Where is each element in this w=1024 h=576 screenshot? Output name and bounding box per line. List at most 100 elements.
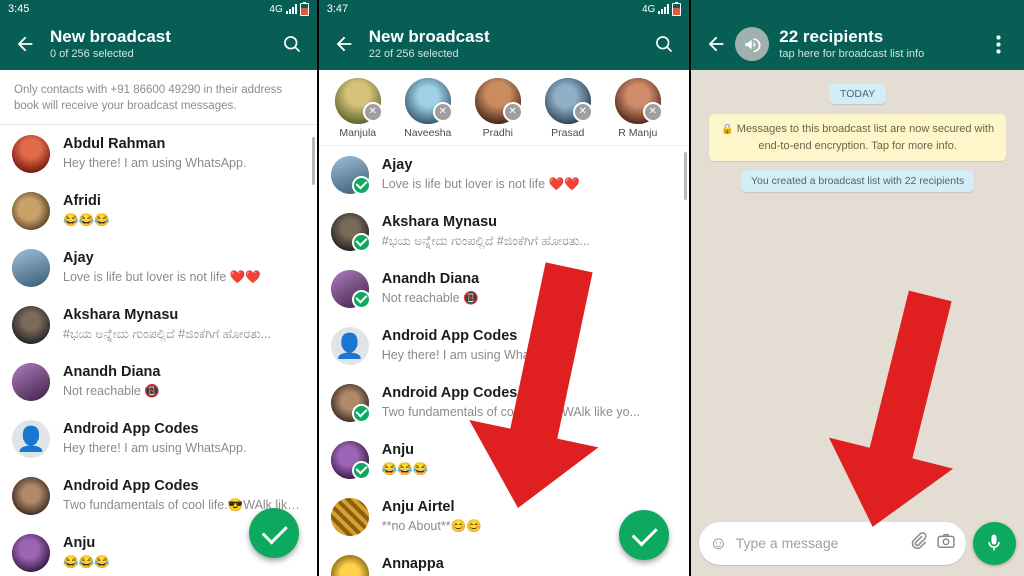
confirm-broadcast-fab[interactable] [619, 510, 670, 560]
list-item[interactable]: Akshara Mynasu #ಭಯ ಅನ್ನೆೇದು ಗುಂಪಲ್ಲಿದೆ #… [0, 296, 317, 353]
list-item[interactable]: Anandh Diana Not reachable 📵 [319, 260, 690, 317]
contact-status: #ಭಯ ಅನ್ನೆೇದು ಗುಂಪಲ್ಲಿದೆ #ಜಿಂಕೆಗಿಗೆ ಹೋರತು… [63, 327, 272, 341]
avatar-wrap [330, 440, 371, 480]
list-item[interactable]: 👤 Android App Codes Hey there! I am usin… [319, 317, 690, 374]
contact-status: 😂😂😂 [381, 462, 429, 476]
selected-chip[interactable]: ✕ Pradhi [465, 78, 531, 139]
contact-name: Afridi [63, 193, 101, 209]
list-item[interactable]: Anju 😂😂😂 [319, 431, 690, 488]
page-title: New broadcast [368, 26, 490, 46]
close-icon[interactable]: ✕ [572, 102, 593, 122]
arrow-back-icon[interactable] [701, 29, 731, 59]
avatar-wrap [330, 269, 371, 309]
close-icon[interactable]: ✕ [502, 102, 523, 122]
list-item[interactable]: Afridi 😂😂😂 [0, 182, 317, 239]
avatar-wrap [12, 362, 50, 401]
encryption-notice[interactable]: 🔒 Messages to this broadcast list are no… [709, 114, 1006, 161]
avatar [12, 134, 50, 173]
avatar [12, 191, 50, 230]
contact-name: Anandh Diana [63, 364, 161, 380]
contact-name: Anju [381, 442, 414, 458]
contact-status: Not reachable 📵 [381, 291, 479, 305]
avatar-placeholder: 👤 [330, 326, 369, 365]
avatar-wrap [330, 497, 369, 536]
contact-name: Android App Codes [381, 385, 518, 401]
list-item[interactable]: Abdul Rahman Hey there! I am using Whats… [0, 125, 317, 182]
close-icon[interactable]: ✕ [642, 102, 663, 122]
scrollbar-thumb[interactable] [684, 152, 688, 200]
contact-status: 😂😂😂 [63, 213, 110, 227]
contact-name: Abdul Rahman [63, 136, 166, 152]
list-item-text: Akshara Mynasu #ಭಯ ಅನ್ನೆೇದು ಗುಂಪಲ್ಲಿದೆ #… [50, 306, 305, 343]
list-item-text: Akshara Mynasu #ಭಯ ಅನ್ನೆೇದು ಗುಂಪಲ್ಲಿದೆ #… [369, 213, 678, 250]
message-composer: ☺ Type a message [691, 516, 1024, 576]
contact-status: Hey there! I am using WhatsApp. [63, 156, 247, 170]
selected-chip[interactable]: ✕ Naveesha [395, 78, 461, 139]
list-item[interactable]: Ajay Love is life but lover is not life … [0, 239, 317, 296]
message-input-pill[interactable]: ☺ Type a message [699, 521, 966, 565]
list-item[interactable]: Anandh Diana Not reachable 📵 [0, 353, 317, 410]
confirm-broadcast-fab[interactable] [248, 508, 299, 558]
list-item[interactable]: 👤 Android App Codes Hey there! I am usin… [0, 410, 317, 467]
avatar [12, 533, 50, 572]
search-icon[interactable] [277, 29, 307, 59]
broadcast-notice: Only contacts with +91 86600 49290 in th… [0, 70, 317, 125]
emoji-icon[interactable]: ☺ [709, 534, 727, 552]
avatar-wrap: 👤 [330, 326, 369, 365]
selected-check-icon [351, 289, 371, 309]
signal-icon [658, 4, 670, 14]
avatar [12, 362, 50, 401]
selected-recipients-strip[interactable]: ✕ Manjula ✕ Naveesha ✕ Pradhi ✕ Prasad ✕ [318, 70, 690, 146]
close-icon[interactable]: ✕ [362, 102, 383, 122]
list-item-text: Android App Codes Two fundamentals of co… [369, 384, 678, 421]
selected-chip[interactable]: ✕ Prasad [535, 78, 601, 139]
scrollbar-thumb[interactable] [311, 137, 315, 185]
list-item-text: Android App Codes Hey there! I am using … [369, 327, 678, 364]
contact-status: Hey there! I am using WhatsApp. [381, 348, 566, 362]
arrow-back-icon[interactable] [329, 29, 359, 59]
contact-status: Love is life but lover is not life ❤️❤️ [381, 177, 580, 191]
list-item[interactable]: Android App Codes Two fundamentals of co… [319, 374, 690, 431]
mic-icon [988, 534, 1001, 551]
message-input-placeholder[interactable]: Type a message [736, 535, 901, 551]
search-icon[interactable] [649, 29, 679, 59]
list-item-text: Anju 😂😂😂 [369, 441, 678, 478]
contact-name: Android App Codes [381, 328, 518, 344]
list-item-text: Annappa Hey there! I am using WhatsApp. [369, 555, 678, 576]
selected-chip[interactable]: ✕ Manjula [325, 78, 391, 139]
selected-check-icon [351, 460, 371, 480]
megaphone-icon [745, 37, 761, 52]
overflow-menu-icon[interactable] [984, 29, 1014, 59]
mic-button[interactable] [972, 521, 1016, 565]
contact-name: Android App Codes [63, 478, 199, 494]
contact-status: Two fundamentals of cool life.😎WAlk like… [381, 405, 641, 419]
system-message: You created a broadcast list with 22 rec… [741, 170, 975, 192]
avatar-wrap [330, 155, 371, 195]
close-icon[interactable]: ✕ [432, 102, 453, 122]
list-item-text: Abdul Rahman Hey there! I am using Whats… [50, 135, 305, 172]
app-bar: New broadcast 22 of 256 selected [318, 18, 690, 70]
camera-icon[interactable] [936, 531, 956, 556]
status-time: 3:45 [8, 3, 30, 15]
avatar-wrap [12, 476, 50, 515]
avatar-wrap: 👤 [12, 419, 50, 458]
app-bar-titles: New broadcast 22 of 256 selected [359, 27, 650, 62]
paperclip-icon[interactable] [909, 531, 928, 555]
page-title: New broadcast [50, 26, 171, 46]
status-bar [691, 0, 1024, 18]
contact-status: Love is life but lover is not life ❤️❤️ [63, 270, 261, 284]
screen-new-broadcast-empty: 3:45 4G New broadcast 0 of 256 selected … [0, 0, 317, 576]
list-item[interactable]: Ajay Love is life but lover is not life … [319, 146, 690, 203]
avatar-wrap [12, 248, 50, 287]
list-item[interactable]: Akshara Mynasu #ಭಯ ಅನ್ನೆೇದು ಗುಂಪಲ್ಲಿದೆ #… [319, 203, 690, 260]
chip-label: Prasad [551, 127, 585, 139]
person-icon: 👤 [16, 426, 46, 454]
broadcast-avatar[interactable] [735, 27, 770, 61]
avatar [12, 248, 50, 287]
status-bar: 3:47 4G [318, 0, 690, 18]
contact-name: Android App Codes [63, 421, 199, 437]
app-bar-titles[interactable]: 22 recipients tap here for broadcast lis… [769, 27, 984, 62]
selected-chip[interactable]: ✕ R Manju [605, 78, 671, 139]
status-time: 3:47 [326, 3, 349, 15]
arrow-back-icon[interactable] [10, 29, 40, 59]
